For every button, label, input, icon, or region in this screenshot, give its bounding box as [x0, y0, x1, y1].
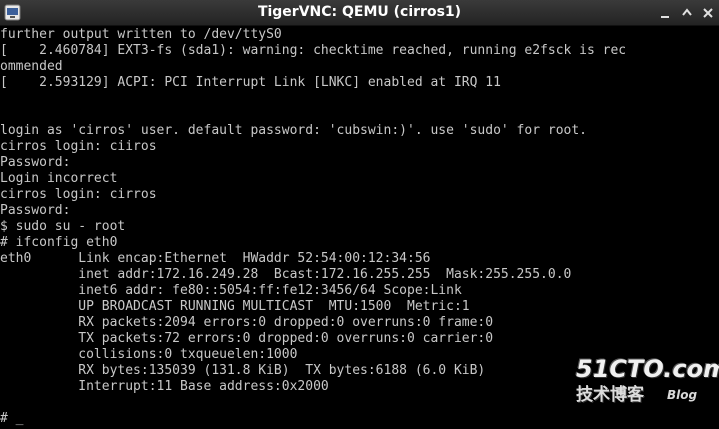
window-title: TigerVNC: QEMU (cirros1): [257, 4, 462, 20]
terminal-line: UP BROADCAST RUNNING MULTICAST MTU:1500 …: [0, 299, 470, 314]
terminal-screen[interactable]: further output written to /dev/ttyS0 [ 2…: [0, 26, 719, 429]
terminal-line: collisions:0 txqueuelen:1000: [0, 347, 298, 362]
terminal-line: TX packets:72 errors:0 dropped:0 overrun…: [0, 331, 494, 346]
terminal-line: RX packets:2094 errors:0 dropped:0 overr…: [0, 315, 494, 330]
vnc-window: TigerVNC: QEMU (cirros1) further output …: [0, 0, 719, 429]
terminal-line: further output written to /dev/ttyS0: [0, 27, 282, 42]
terminal-line: $ sudo su - root: [0, 219, 126, 234]
close-icon[interactable]: [700, 5, 716, 21]
terminal-prompt-line[interactable]: # _: [0, 411, 719, 427]
maximize-icon[interactable]: [679, 5, 695, 21]
terminal-line: ommended: [0, 59, 63, 74]
terminal-line: Password:: [0, 203, 71, 218]
terminal-line: inet addr:172.16.249.28 Bcast:172.16.255…: [0, 267, 572, 282]
terminal-line: cirros login: cirros: [0, 187, 157, 202]
terminal-line: eth0 Link encap:Ethernet HWaddr 52:54:00…: [0, 251, 431, 266]
terminal-line: login as 'cirros' user. default password…: [0, 123, 587, 138]
minimize-icon[interactable]: [657, 5, 673, 21]
terminal-line: Password:: [0, 155, 71, 170]
terminal-line: RX bytes:135039 (131.8 KiB) TX bytes:618…: [0, 363, 486, 378]
terminal-line: inet6 addr: fe80::5054:ff:fe12:3456/64 S…: [0, 283, 462, 298]
terminal-line: Login incorrect: [0, 171, 118, 186]
terminal-line: [ 2.593129] ACPI: PCI Interrupt Link [LN…: [0, 75, 501, 90]
terminal-line: Interrupt:11 Base address:0x2000: [0, 379, 329, 394]
terminal-line: [ 2.460784] EXT3-fs (sda1): warning: che…: [0, 43, 627, 58]
terminal-line: cirros login: ciiros: [0, 139, 157, 154]
title-bar[interactable]: TigerVNC: QEMU (cirros1): [0, 0, 719, 26]
terminal-line: # ifconfig eth0: [0, 235, 118, 250]
